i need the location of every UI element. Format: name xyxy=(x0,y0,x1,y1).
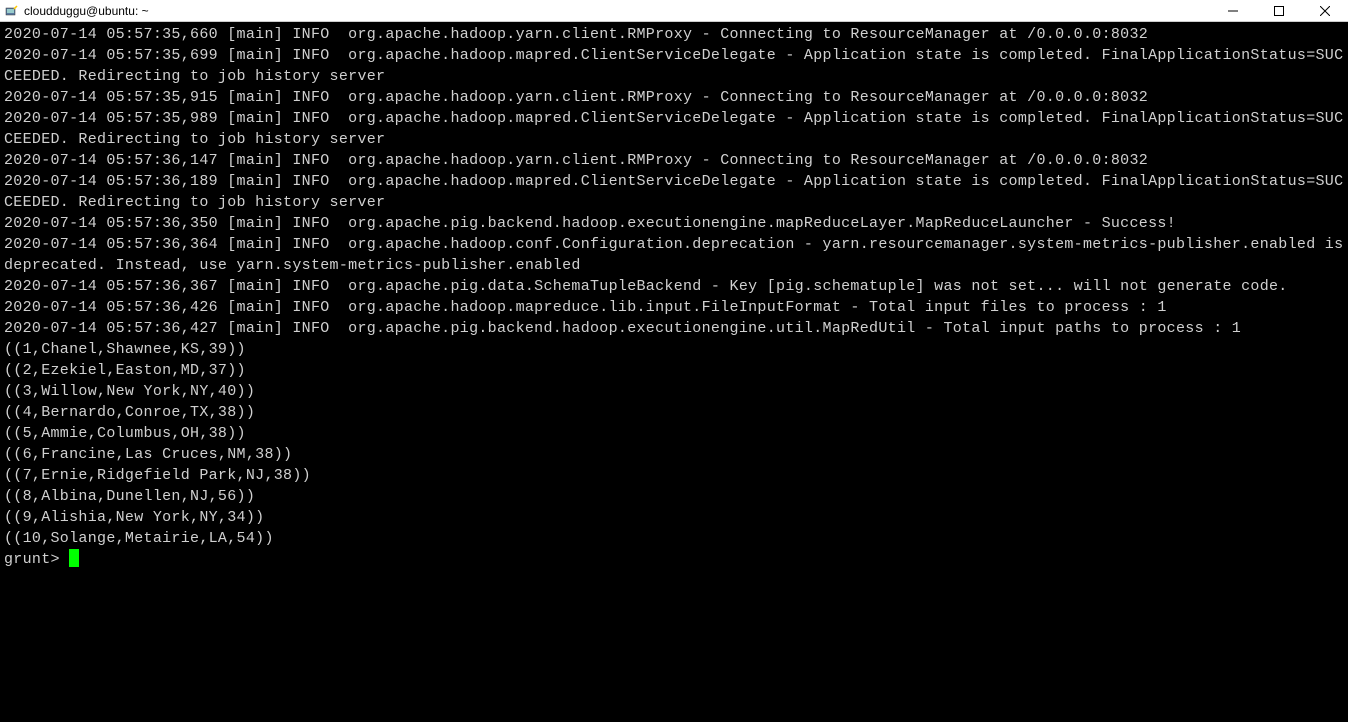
log-line: ((2,Ezekiel,Easton,MD,37)) xyxy=(4,360,1344,381)
log-line: 2020-07-14 05:57:36,350 [main] INFO org.… xyxy=(4,213,1344,234)
log-line: 2020-07-14 05:57:35,660 [main] INFO org.… xyxy=(4,24,1344,45)
window-titlebar: cloudduggu@ubuntu: ~ xyxy=(0,0,1348,22)
log-line: ((8,Albina,Dunellen,NJ,56)) xyxy=(4,486,1344,507)
log-line: ((4,Bernardo,Conroe,TX,38)) xyxy=(4,402,1344,423)
log-line: 2020-07-14 05:57:35,699 [main] INFO org.… xyxy=(4,45,1344,87)
log-line: 2020-07-14 05:57:36,147 [main] INFO org.… xyxy=(4,150,1344,171)
log-line: 2020-07-14 05:57:36,367 [main] INFO org.… xyxy=(4,276,1344,297)
log-line: ((6,Francine,Las Cruces,NM,38)) xyxy=(4,444,1344,465)
log-line: 2020-07-14 05:57:36,427 [main] INFO org.… xyxy=(4,318,1344,339)
window-controls xyxy=(1210,0,1348,21)
log-line: 2020-07-14 05:57:36,426 [main] INFO org.… xyxy=(4,297,1344,318)
window-title: cloudduggu@ubuntu: ~ xyxy=(24,4,1210,18)
maximize-button[interactable] xyxy=(1256,0,1302,21)
putty-icon xyxy=(4,3,20,19)
log-line: ((5,Ammie,Columbus,OH,38)) xyxy=(4,423,1344,444)
log-line: ((10,Solange,Metairie,LA,54)) xyxy=(4,528,1344,549)
minimize-button[interactable] xyxy=(1210,0,1256,21)
prompt: grunt> xyxy=(4,551,69,568)
log-line: ((9,Alishia,New York,NY,34)) xyxy=(4,507,1344,528)
log-line: 2020-07-14 05:57:35,989 [main] INFO org.… xyxy=(4,108,1344,150)
log-line: 2020-07-14 05:57:35,915 [main] INFO org.… xyxy=(4,87,1344,108)
log-line: ((1,Chanel,Shawnee,KS,39)) xyxy=(4,339,1344,360)
log-line: 2020-07-14 05:57:36,189 [main] INFO org.… xyxy=(4,171,1344,213)
log-line: ((7,Ernie,Ridgefield Park,NJ,38)) xyxy=(4,465,1344,486)
cursor xyxy=(69,549,79,567)
close-button[interactable] xyxy=(1302,0,1348,21)
log-line: 2020-07-14 05:57:36,364 [main] INFO org.… xyxy=(4,234,1344,276)
terminal-output[interactable]: 2020-07-14 05:57:35,660 [main] INFO org.… xyxy=(0,22,1348,574)
log-line: ((3,Willow,New York,NY,40)) xyxy=(4,381,1344,402)
